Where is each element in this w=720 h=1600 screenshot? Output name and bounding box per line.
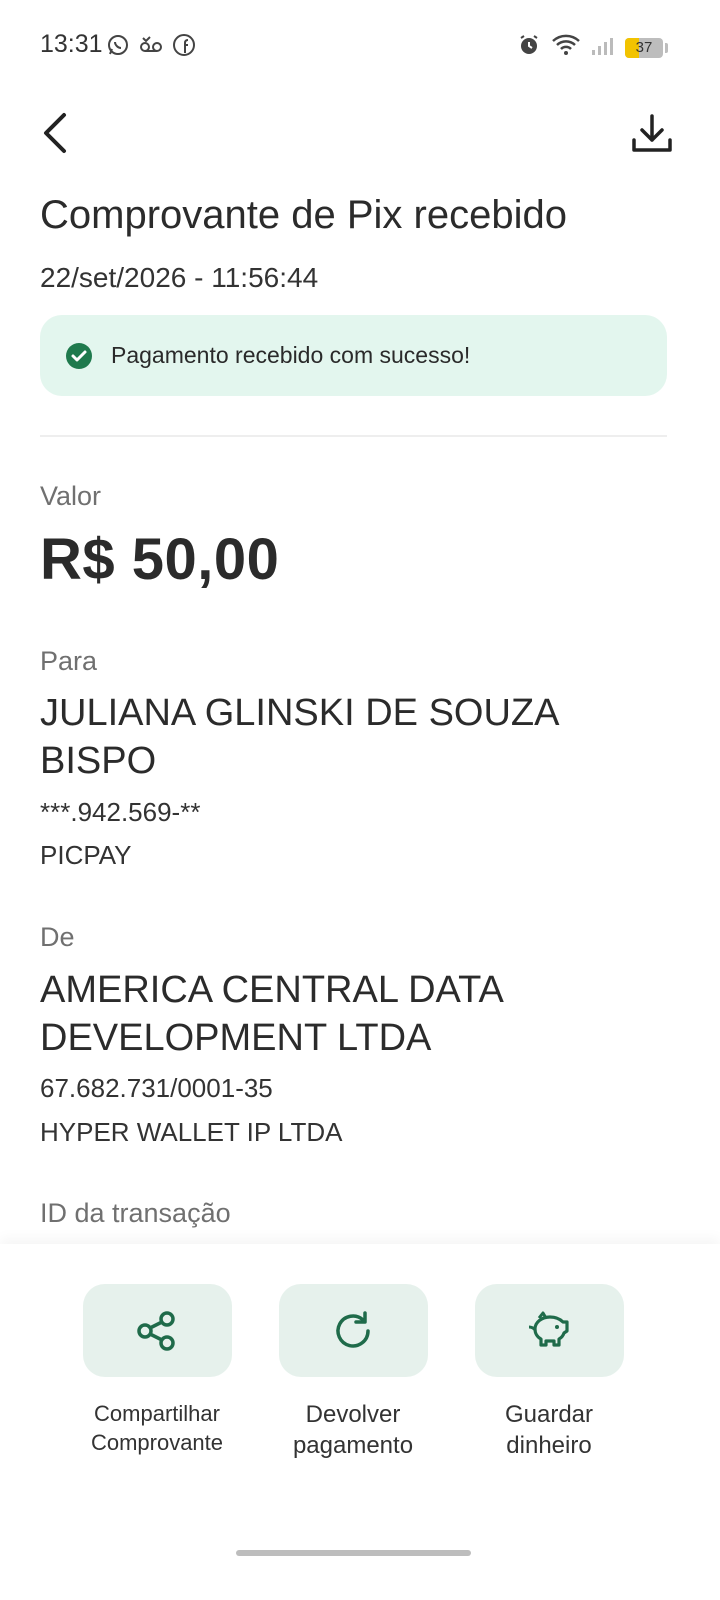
share-receipt-label-line1: Compartilhar [94, 1401, 220, 1426]
chevron-left-icon [44, 113, 66, 153]
save-money-label-line1: Guardar [504, 1401, 594, 1428]
battery-indicator: 37 [625, 37, 663, 58]
share-receipt-label: Compartilhar Comprovante [59, 1399, 255, 1457]
return-payment-button[interactable] [278, 1284, 428, 1377]
wifi-icon [551, 33, 581, 62]
valor-label: Valor [40, 481, 102, 511]
return-payment-action[interactable]: Devolver pagamento [255, 1284, 451, 1461]
share-receipt-button[interactable] [82, 1284, 232, 1377]
save-money-label-line2: dinheiro [506, 1432, 592, 1459]
whatsapp-icon [106, 33, 130, 62]
voicemail-icon [138, 33, 164, 62]
notification-icons [106, 33, 196, 62]
payment-amount: R$ 50,00 [40, 527, 280, 592]
de-label: De [40, 922, 75, 952]
status-bar: 13:31 37 [0, 0, 720, 92]
transaction-id-label: ID da transação [40, 1198, 231, 1228]
page-title: Comprovante de Pix recebido [40, 193, 567, 237]
recipient-name: JULIANA GLINSKI DE SOUZA BISPO [40, 692, 558, 782]
sender-document: 67.682.731/0001-35 [40, 1073, 273, 1103]
back-button[interactable] [30, 106, 80, 160]
recipient-document: ***.942.569-** [40, 797, 201, 827]
piggy-bank-icon [528, 1311, 569, 1347]
recipient-institution: PICPAY [40, 840, 132, 870]
system-icons: 37 [517, 33, 668, 62]
save-money-action[interactable]: Guardar dinheiro [451, 1284, 647, 1461]
facebook-icon [172, 33, 196, 62]
share-receipt-label-line2: Comprovante [90, 1430, 224, 1455]
home-indicator[interactable] [236, 1550, 471, 1556]
action-panel: Compartilhar Comprovante Devolver pagame… [0, 1244, 720, 1600]
signal-icon [591, 33, 615, 62]
return-payment-label: Devolver pagamento [255, 1399, 451, 1461]
divider [40, 435, 667, 437]
sender-name: AMERICA CENTRAL DATA DEVELOPMENT LTDA [40, 969, 502, 1059]
battery-tip [665, 42, 668, 53]
share-icon [137, 1310, 175, 1351]
download-icon [632, 114, 672, 152]
receipt-datetime: 22/set/2026 - 11:56:44 [40, 262, 319, 293]
download-button[interactable] [624, 106, 680, 162]
status-time: 13:31 [40, 30, 103, 58]
success-message: Pagamento recebido com sucesso! [111, 342, 471, 368]
return-payment-label-line1: Devolver [305, 1401, 401, 1428]
return-payment-label-line2: pagamento [292, 1432, 414, 1459]
sender-institution: HYPER WALLET IP LTDA [40, 1117, 343, 1147]
refresh-icon [336, 1310, 370, 1348]
check-circle-icon [66, 342, 92, 369]
success-banner: Pagamento recebido com sucesso! [40, 315, 667, 396]
alarm-icon [517, 33, 541, 62]
save-money-label: Guardar dinheiro [451, 1399, 647, 1461]
para-label: Para [40, 646, 98, 676]
save-money-button[interactable] [474, 1284, 624, 1377]
battery-level: 37 [635, 38, 653, 56]
share-receipt-action[interactable]: Compartilhar Comprovante [59, 1284, 255, 1457]
